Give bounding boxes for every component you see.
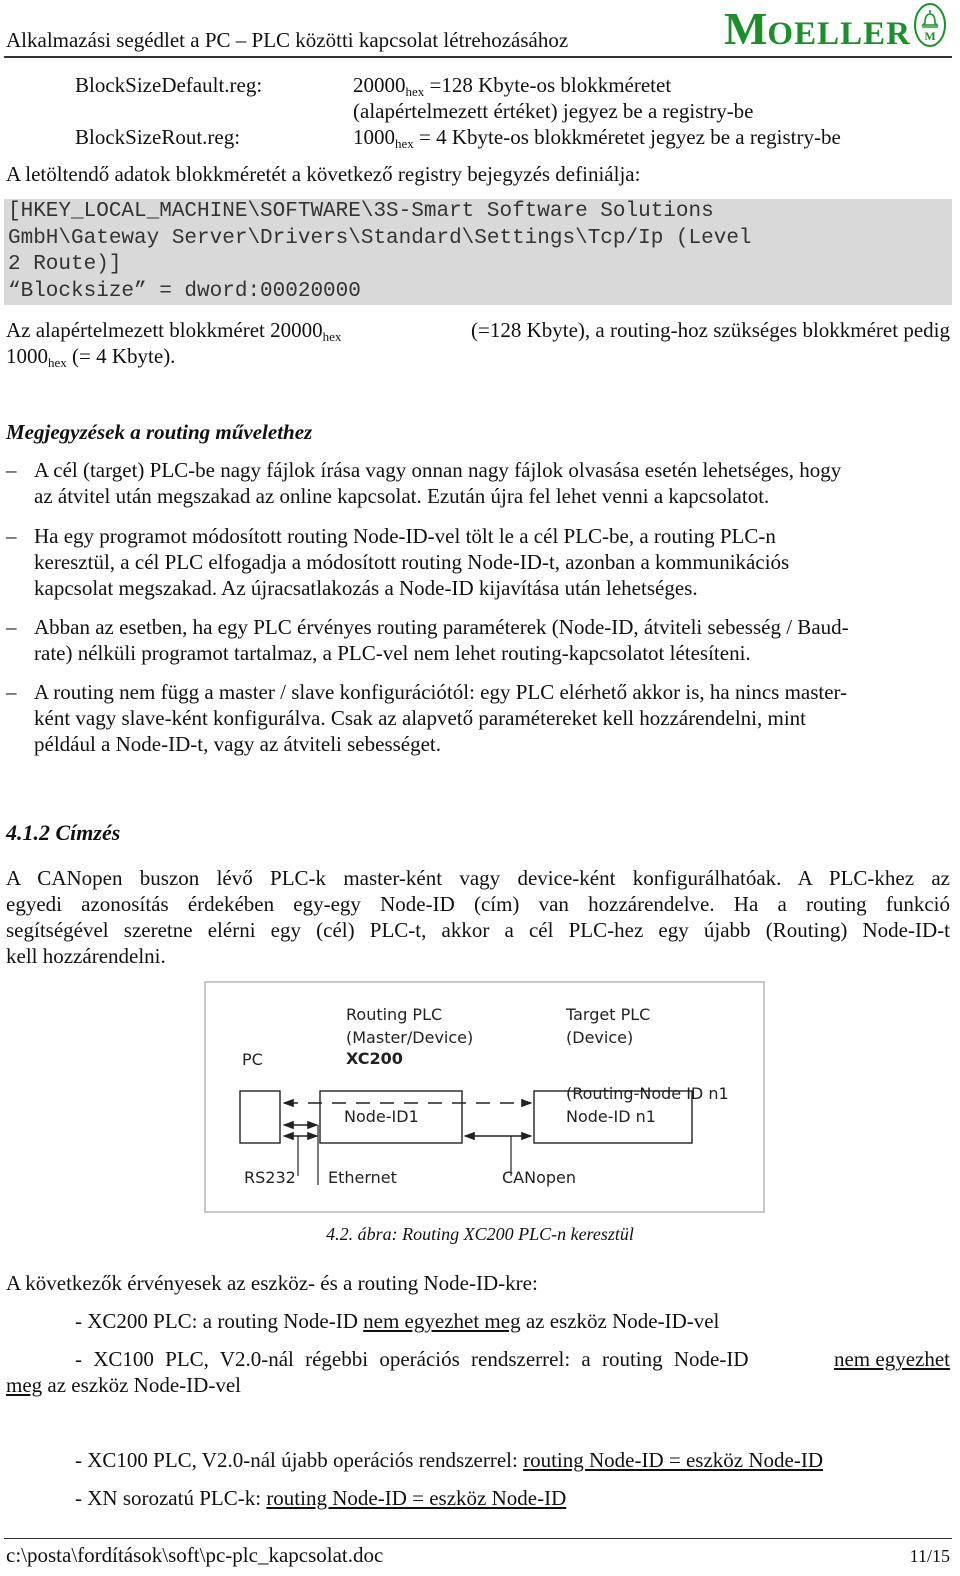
routing-node-id: Node-ID1 bbox=[344, 1107, 419, 1126]
header-divider bbox=[4, 56, 952, 58]
reg-file-desc-cont: (alapértelmezett értéket) jegyez be a re… bbox=[353, 99, 754, 123]
section-heading: 4.1.2 Címzés bbox=[6, 820, 121, 845]
moeller-logo: MOELLER bbox=[724, 2, 911, 55]
reg-file-desc: 20000hex =128 Kbyte-os blokkméretet bbox=[353, 73, 672, 99]
target-plc-role: (Device) bbox=[566, 1028, 634, 1047]
ethernet-label: Ethernet bbox=[328, 1168, 397, 1187]
document-header-title: Alkalmazási segédlet a PC – PLC közötti … bbox=[6, 28, 569, 52]
dash-bullet: – bbox=[6, 458, 17, 482]
routing-diagram: PC Routing PLC (Master/Device) XC200 Nod… bbox=[204, 981, 765, 1213]
routing-plc-title: Routing PLC bbox=[346, 1005, 443, 1024]
logo-initial: M bbox=[724, 3, 768, 54]
pc-box bbox=[239, 1090, 281, 1144]
canopen-label: CANopen bbox=[502, 1168, 577, 1187]
routing-plc-model: XC200 bbox=[346, 1049, 403, 1068]
reg-file-name: BlockSizeRout.reg: bbox=[75, 125, 241, 149]
rules-intro: A következők érvényesek az eszköz- és a … bbox=[6, 1271, 538, 1295]
code-line: 2 Route)] bbox=[8, 253, 122, 276]
figure-caption: 4.2. ábra: Routing XC200 PLC-n keresztül bbox=[326, 1224, 634, 1244]
section-paragraph: A CANopen buszon lévő PLC-k master-ként … bbox=[6, 866, 950, 968]
target-node-id: Node-ID n1 bbox=[566, 1107, 656, 1126]
blocksize-paragraph: Az alapértelmezett blokkméret 20000hex (… bbox=[6, 318, 950, 370]
reg-file-name: BlockSizeDefault.reg: bbox=[75, 73, 263, 97]
dash-bullet: – bbox=[6, 680, 17, 704]
footer-page-number: 11/15 bbox=[909, 1546, 950, 1566]
pc-label: PC bbox=[242, 1050, 263, 1069]
moeller-bell-icon: M bbox=[914, 3, 946, 47]
logo-rest: OELLER bbox=[767, 16, 911, 52]
target-routing-node-id: (Routing-Node ID n1 bbox=[566, 1084, 729, 1103]
code-line: [HKEY_LOCAL_MACHINE\SOFTWARE\3S-Smart So… bbox=[8, 200, 714, 223]
rule-item: - XC200 PLC: a routing Node-ID nem egyez… bbox=[75, 1309, 720, 1333]
registry-intro: A letöltendő adatok blokkméretét a követ… bbox=[6, 162, 641, 186]
target-plc-title: Target PLC bbox=[566, 1005, 651, 1024]
rule-item: - XN sorozatú PLC-k: routing Node-ID = e… bbox=[75, 1486, 567, 1510]
code-line: “Blocksize” = dword:00020000 bbox=[8, 279, 361, 303]
rule-item: - XC100 PLC, V2.0-nál régebbi operációs … bbox=[6, 1347, 950, 1397]
code-line: GmbH\Gateway Server\Drivers\Standard\Set… bbox=[8, 226, 752, 250]
svg-text:M: M bbox=[924, 29, 935, 43]
dash-bullet: – bbox=[6, 615, 17, 639]
routing-plc-role: (Master/Device) bbox=[346, 1028, 474, 1047]
dash-bullet: – bbox=[6, 524, 17, 548]
rs232-label: RS232 bbox=[244, 1168, 296, 1187]
notes-heading: Megjegyzések a routing művelethez bbox=[6, 420, 313, 444]
footer-file-path: c:\posta\fordítások\soft\pc-plc_kapcsola… bbox=[6, 1543, 384, 1567]
footer-divider bbox=[4, 1538, 952, 1539]
rule-item: - XC100 PLC, V2.0-nál újabb operációs re… bbox=[75, 1448, 824, 1472]
reg-file-desc: 1000hex = 4 Kbyte-os blokkméretet jegyez… bbox=[353, 125, 841, 151]
registry-code-block: [HKEY_LOCAL_MACHINE\SOFTWARE\3S-Smart So… bbox=[4, 199, 952, 305]
